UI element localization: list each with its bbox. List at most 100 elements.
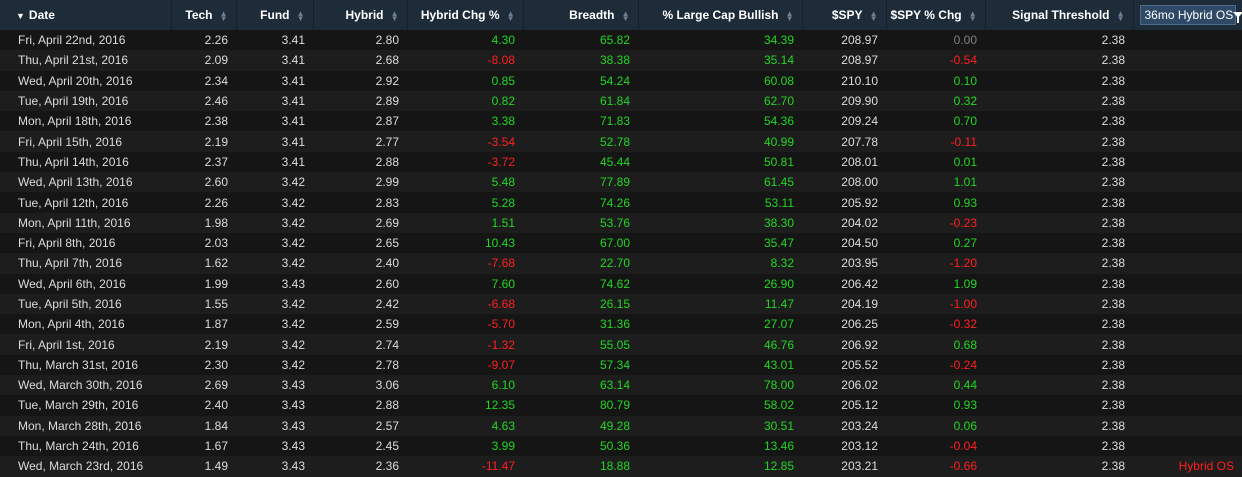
sort-icon: ▲ ▼	[621, 8, 630, 23]
table-row[interactable]: Mon, April 4th, 2016 1.87 3.42 2.59 -5.70 31.…	[0, 314, 1242, 335]
cell-hybrid: 2.87	[375, 114, 399, 129]
cell-date: Thu, April 7th, 2016	[18, 256, 123, 271]
cell-hybrid: 2.60	[375, 276, 399, 291]
cell-hybrid-chg: 0.85	[491, 73, 515, 88]
cell-signal-threshold: 2.38	[1101, 439, 1125, 454]
cell-large-cap-bullish: 53.11	[764, 195, 794, 210]
cell-hybrid-os	[1133, 50, 1242, 70]
cell-signal-threshold: 2.38	[1101, 337, 1125, 352]
cell-hybrid-os: Hybrid OS	[1178, 459, 1234, 474]
table-row[interactable]: Thu, March 31st, 2016 2.30 3.42 2.78 -9.07 57…	[0, 354, 1242, 376]
table-row[interactable]: Wed, April 13th, 2016 2.60 3.42 2.99 5.48 77.…	[0, 172, 1242, 193]
cell-spy: 209.90	[841, 94, 878, 109]
table-row[interactable]: Mon, April 18th, 2016 2.38 3.41 2.87 3.38 71.…	[0, 111, 1242, 132]
cell-tech: 1.99	[204, 276, 228, 291]
cell-hybrid: 2.36	[375, 459, 399, 474]
table-row[interactable]: Mon, April 11th, 2016 1.98 3.42 2.69 1.51 53.…	[0, 212, 1242, 233]
cell-spy-chg: 0.10	[953, 73, 977, 88]
cell-tech: 2.69	[204, 378, 228, 393]
cell-breadth: 38.38	[599, 53, 630, 68]
cell-tech: 1.55	[204, 297, 228, 311]
column-header-breadth[interactable]: Breadth ▲ ▼	[523, 0, 639, 30]
table-row[interactable]: Thu, April 7th, 2016 1.62 3.42 2.40 -7.68 22.…	[0, 253, 1242, 274]
column-header-spy[interactable]: $SPY ▲ ▼	[802, 0, 887, 30]
cell-signal-threshold: 2.38	[1101, 94, 1125, 109]
table-row[interactable]: Thu, April 21st, 2016 2.09 3.41 2.68 -8.08 38…	[0, 50, 1242, 71]
filter-icon[interactable]	[1233, 12, 1242, 23]
hybrid-os-filter-dropdown[interactable]: 36mo Hybrid OS	[1139, 5, 1242, 25]
cell-large-cap-bullish: 26.90	[763, 276, 794, 291]
cell-breadth: 26.15	[599, 297, 630, 311]
cell-date: Mon, April 4th, 2016	[18, 317, 125, 332]
cell-large-cap-bullish: 58.02	[763, 398, 794, 413]
cell-spy-chg: 1.01	[953, 175, 977, 190]
cell-hybrid-chg: -3.54	[487, 134, 515, 149]
column-header-hybrid-chg[interactable]: Hybrid Chg % ▲ ▼	[407, 0, 524, 30]
column-header-date[interactable]: ▼ Date	[0, 0, 172, 30]
table-row[interactable]: Tue, March 29th, 2016 2.40 3.43 2.88 12.35 80…	[0, 395, 1242, 416]
sort-icon: ▲ ▼	[1116, 8, 1125, 23]
cell-signal-threshold: 2.38	[1101, 256, 1125, 271]
cell-date: Fri, April 22nd, 2016	[18, 33, 126, 48]
table-row[interactable]: Fri, April 8th, 2016 2.03 3.42 2.65 10.43 67.…	[0, 232, 1242, 254]
cell-spy-chg: 0.32	[953, 94, 977, 109]
cell-spy-chg: -0.24	[949, 357, 977, 372]
cell-spy-chg: 0.68	[953, 337, 977, 352]
cell-hybrid-os	[1133, 395, 1242, 415]
cell-large-cap-bullish: 54.36	[763, 114, 794, 129]
cell-hybrid-os	[1133, 213, 1242, 233]
table-row[interactable]: Fri, April 22nd, 2016 2.26 3.41 2.80 4.30 65.…	[0, 30, 1242, 51]
cell-tech: 2.60	[204, 175, 228, 190]
cell-date: Fri, April 15th, 2016	[18, 134, 123, 149]
cell-breadth: 77.89	[599, 175, 630, 190]
cell-hybrid-os	[1133, 71, 1242, 91]
cell-date: Wed, March 30th, 2016	[18, 378, 143, 393]
cell-spy: 210.10	[841, 73, 878, 88]
cell-hybrid: 2.99	[375, 175, 399, 190]
cell-tech: 2.46	[204, 94, 228, 109]
cell-date: Thu, March 31st, 2016	[18, 357, 139, 372]
column-header-tech[interactable]: Tech ▲ ▼	[171, 0, 237, 30]
cell-tech: 2.19	[204, 134, 228, 149]
table-row[interactable]: Wed, March 23rd, 2016 1.49 3.43 2.36 -11.47 1…	[0, 456, 1242, 477]
cell-spy: 205.12	[841, 398, 878, 413]
cell-hybrid-chg: 4.30	[491, 33, 515, 48]
cell-large-cap-bullish: 46.76	[763, 337, 794, 352]
cell-hybrid-chg: -11.47	[481, 459, 515, 474]
table-row[interactable]: Fri, April 1st, 2016 2.19 3.42 2.74 -1.32 55.…	[0, 334, 1242, 355]
table-row[interactable]: Mon, March 28th, 2016 1.84 3.43 2.57 4.63 49.…	[0, 415, 1242, 436]
cell-spy-chg: 0.70	[953, 114, 977, 129]
table-row[interactable]: Wed, April 6th, 2016 1.99 3.43 2.60 7.60 74.6…	[0, 273, 1242, 294]
table-row[interactable]: Tue, April 19th, 2016 2.46 3.41 2.89 0.82 61.…	[0, 90, 1242, 112]
column-header-fund[interactable]: Fund ▲ ▼	[236, 0, 314, 30]
cell-large-cap-bullish: 30.51	[763, 418, 794, 433]
table-row[interactable]: Wed, April 20th, 2016 2.34 3.41 2.92 0.85 54.…	[0, 70, 1242, 91]
cell-date: Wed, March 23rd, 2016	[18, 459, 144, 474]
cell-spy: 204.02	[841, 215, 878, 230]
column-header-signal-threshold[interactable]: Signal Threshold ▲ ▼	[985, 0, 1134, 30]
table-row[interactable]: Thu, March 24th, 2016 1.67 3.43 2.45 3.99 50.…	[0, 435, 1242, 457]
table-row[interactable]: Wed, March 30th, 2016 2.69 3.43 3.06 6.10 63.…	[0, 375, 1242, 396]
table-row[interactable]: Fri, April 15th, 2016 2.19 3.41 2.77 -3.54 52…	[0, 131, 1242, 152]
cell-hybrid-os	[1133, 30, 1242, 50]
table-row[interactable]: Tue, April 5th, 2016 1.55 3.42 2.42 -6.68 26.…	[0, 293, 1242, 315]
cell-breadth: 49.28	[599, 418, 630, 433]
cell-fund: 3.41	[281, 53, 305, 68]
cell-fund: 3.43	[281, 459, 305, 474]
cell-hybrid-chg: -5.70	[487, 317, 515, 332]
cell-fund: 3.41	[281, 73, 305, 88]
column-header-hybrid[interactable]: Hybrid ▲ ▼	[313, 0, 408, 30]
cell-large-cap-bullish: 35.14	[763, 53, 794, 68]
column-header-large-cap-bullish[interactable]: % Large Cap Bullish ▲ ▼	[638, 0, 803, 30]
cell-breadth: 22.70	[599, 256, 630, 271]
cell-hybrid: 2.57	[375, 418, 399, 433]
cell-signal-threshold: 2.38	[1101, 154, 1125, 169]
cell-tech: 2.34	[204, 73, 228, 88]
cell-signal-threshold: 2.38	[1101, 33, 1125, 48]
cell-spy-chg: -0.54	[949, 53, 977, 68]
cell-hybrid-os	[1133, 416, 1242, 436]
column-header-spy-chg[interactable]: $SPY % Chg ▲ ▼	[886, 0, 986, 30]
cell-breadth: 67.00	[599, 236, 630, 251]
table-row[interactable]: Tue, April 12th, 2016 2.26 3.42 2.83 5.28 74.…	[0, 192, 1242, 213]
table-row[interactable]: Thu, April 14th, 2016 2.37 3.41 2.88 -3.72 45…	[0, 151, 1242, 173]
